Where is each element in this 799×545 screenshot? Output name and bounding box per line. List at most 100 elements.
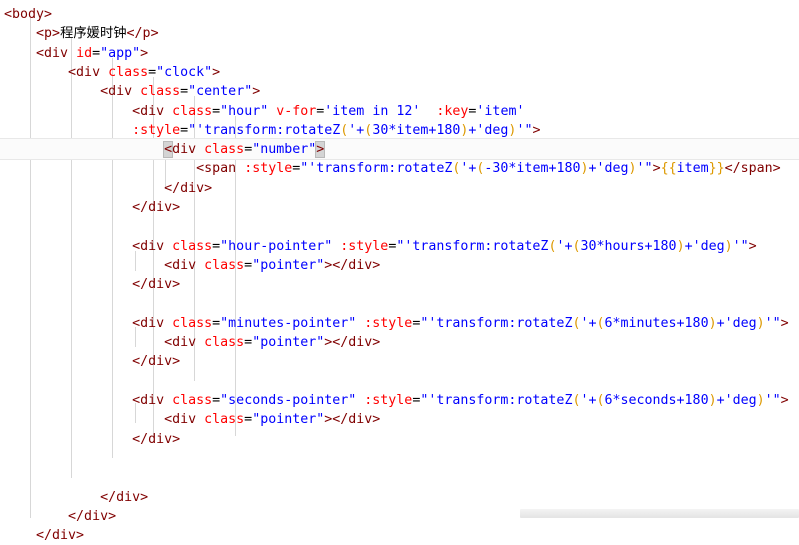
token-val: +'deg [716, 315, 757, 331]
token-tag: <div [132, 393, 173, 408]
token-val: '+ [348, 122, 365, 138]
token-punct: = [244, 142, 253, 158]
token-mustache: {{ [660, 161, 677, 177]
token-tag: > [652, 161, 661, 177]
token-tag: <body> [4, 7, 53, 22]
code-line[interactable]: <div class="seconds-pointer" :style="'tr… [0, 391, 789, 410]
token-val: '" [636, 161, 653, 177]
token-tag: <div [164, 257, 205, 273]
token-val: +'deg [684, 238, 725, 254]
code-line[interactable]: </div> [0, 488, 148, 507]
code-line[interactable]: </div> [0, 507, 116, 526]
code-line[interactable] [0, 295, 12, 314]
bracket-match-highlight: > [315, 141, 326, 159]
code-line[interactable]: </div> [0, 179, 212, 198]
token-paren: ) [628, 161, 637, 177]
token-punct: = [212, 103, 221, 119]
token-val: "'transform:rotateZ [188, 122, 341, 138]
code-line[interactable]: <div class="hour" v-for='item in 12' :ke… [0, 102, 524, 121]
code-line[interactable]: <span :style="'transform:rotateZ('+(-30*… [0, 159, 781, 178]
token-tag: </div> [164, 180, 213, 196]
token-val: "app" [100, 45, 141, 61]
token-val: "pointer" [252, 257, 325, 273]
token-punct: = [244, 335, 253, 351]
code-line[interactable]: </div> [0, 352, 180, 371]
token-tag: > [748, 238, 757, 254]
code-line[interactable]: <div class="pointer"></div> [0, 256, 380, 275]
token-tag: </div> [36, 528, 85, 544]
code-editor[interactable]: <body> <p>程序媛时钟</p> <div id="app"> <div … [0, 0, 799, 543]
token-tag: > [780, 315, 789, 331]
token-tag: ></div> [324, 412, 381, 428]
code-line[interactable]: <body> [0, 5, 52, 24]
code-line[interactable]: <div class="minutes-pointer" :style="'tr… [0, 314, 789, 333]
token-punct: = [244, 257, 253, 273]
token-val: 'item' [476, 103, 525, 119]
token-tag: </div> [132, 431, 181, 447]
token-attr: class [172, 315, 213, 331]
token-attr: :key [436, 103, 469, 119]
token-tag: > [140, 45, 149, 61]
token-tag: </div> [100, 489, 149, 505]
code-line[interactable]: <div class="center"> [0, 82, 260, 101]
token-val: 'item in 12' [324, 103, 421, 119]
token-val: '+ [460, 161, 477, 177]
code-line[interactable]: </div> [0, 275, 180, 294]
token-val: '+ [556, 238, 573, 254]
token-tag: > [212, 64, 221, 80]
token-attr: :style [364, 315, 413, 331]
token-paren: ) [724, 238, 733, 254]
token-val: "hour-pointer" [220, 238, 333, 254]
code-line[interactable]: <div class="pointer"></div> [0, 333, 380, 352]
token-val: "number" [252, 142, 317, 158]
code-line[interactable] [0, 217, 12, 236]
token-punct: = [244, 412, 253, 428]
token-val: 30*hours+180 [580, 238, 677, 254]
token-tag: </div> [132, 354, 181, 370]
token-mustache-inner: item [676, 161, 709, 177]
token-attr: class [204, 335, 245, 351]
code-line[interactable]: <div class="pointer"></div> [0, 410, 380, 429]
code-line[interactable]: <div id="app"> [0, 44, 148, 63]
code-line[interactable]: <p>程序媛时钟</p> [0, 24, 159, 43]
token-val: "'transform:rotateZ [420, 315, 573, 331]
code-line[interactable] [0, 372, 12, 391]
token-val: 6*seconds+180 [604, 393, 709, 408]
code-line[interactable]: </div> [0, 526, 84, 545]
token-val: "pointer" [252, 412, 325, 428]
token-val: +'deg [588, 161, 629, 177]
code-line[interactable] [0, 468, 12, 487]
code-line[interactable]: <div class="clock"> [0, 63, 220, 82]
token-paren: ) [676, 238, 685, 254]
token-attr: class [172, 393, 213, 408]
token-attr: class [204, 142, 245, 158]
code-line[interactable]: </div> [0, 198, 180, 217]
code-line[interactable]: </div> [0, 430, 180, 449]
token-tag: <div [68, 64, 109, 80]
token-paren: ( [596, 315, 605, 331]
code-line[interactable]: :style="'transform:rotateZ('+(30*item+18… [0, 121, 540, 140]
horizontal-scrollbar-thumb[interactable] [520, 509, 799, 518]
token-attr: class [172, 238, 213, 254]
token-tag: <span [196, 161, 245, 177]
token-punct: = [180, 84, 189, 100]
code-line[interactable]: <div class="number"> [0, 140, 326, 159]
code-line[interactable]: <div class="hour-pointer" :style="'trans… [0, 237, 757, 256]
token-tag: div [172, 142, 205, 158]
token-tag: <div [164, 335, 205, 351]
token-attr: :style [132, 122, 181, 138]
code-line[interactable] [0, 449, 12, 468]
token-paren: ) [708, 315, 717, 331]
token-val: "hour" [220, 103, 269, 119]
